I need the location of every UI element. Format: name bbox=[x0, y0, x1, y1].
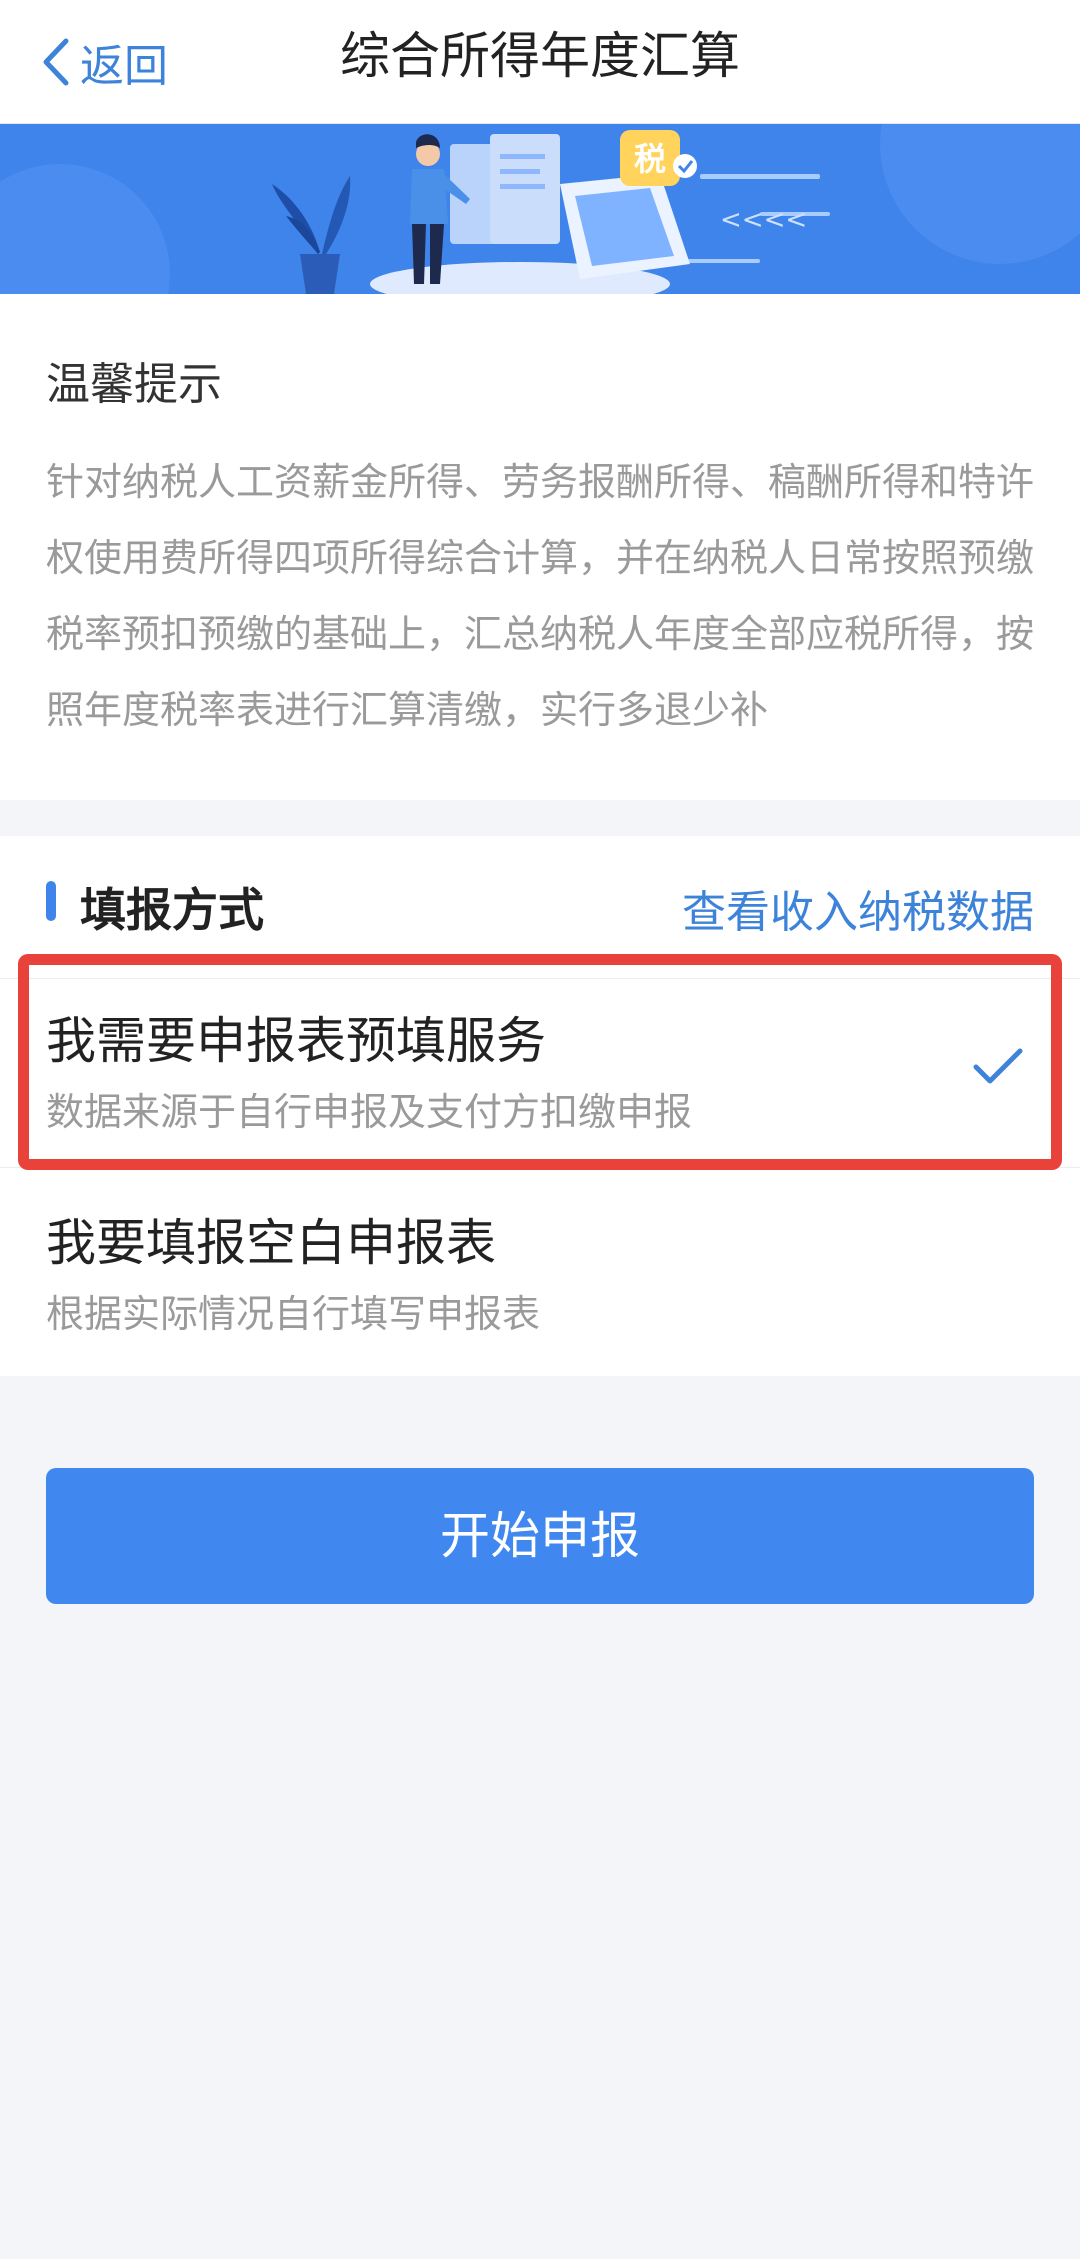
app-screen: 返回 综合所得年度汇算 税 <<<< 温馨提示 针对纳税人工资薪金所得、劳务报酬… bbox=[0, 0, 1080, 2259]
option-prefill-service[interactable]: 我需要申报表预填服务 数据来源于自行申报及支付方扣缴申报 bbox=[0, 978, 1080, 1168]
tax-badge-icon: 税 bbox=[620, 130, 697, 186]
plant-icon bbox=[272, 176, 351, 294]
start-filing-button[interactable]: 开始申报 bbox=[46, 1468, 1034, 1604]
section-header: 填报方式 查看收入纳税数据 bbox=[0, 836, 1080, 966]
tax-badge-text: 税 bbox=[634, 140, 666, 178]
page-title: 综合所得年度汇算 bbox=[340, 27, 740, 85]
nav-bar: 返回 综合所得年度汇算 bbox=[0, 0, 1080, 124]
section-title: 填报方式 bbox=[80, 883, 264, 937]
phone-icon bbox=[560, 174, 690, 279]
option-subtitle: 根据实际情况自行填写申报表 bbox=[46, 1292, 541, 1336]
banner-blob bbox=[0, 164, 170, 294]
filing-method-section: 填报方式 查看收入纳税数据 我需要申报表预填服务 数据来源于自行申报及支付方扣缴… bbox=[0, 836, 1080, 1376]
tips-section: 温馨提示 针对纳税人工资薪金所得、劳务报酬所得、稿酬所得和特许权使用费所得四项所… bbox=[0, 294, 1080, 800]
tips-body: 针对纳税人工资薪金所得、劳务报酬所得、稿酬所得和特许权使用费所得四项所得综合计算… bbox=[46, 460, 1035, 732]
banner-arrows: <<<< bbox=[720, 205, 807, 235]
option-subtitle: 数据来源于自行申报及支付方扣缴申报 bbox=[46, 1090, 693, 1134]
option-blank-form[interactable]: 我要填报空白申报表 根据实际情况自行填写申报表 bbox=[0, 1181, 1080, 1371]
banner-blob bbox=[880, 124, 1080, 264]
option-title: 我需要申报表预填服务 bbox=[46, 1012, 546, 1070]
tips-title: 温馨提示 bbox=[46, 359, 222, 410]
view-income-tax-data-link[interactable]: 查看收入纳税数据 bbox=[682, 876, 1034, 940]
banner-illustration: 税 <<<< bbox=[0, 124, 1080, 294]
section-accent-bar bbox=[46, 881, 56, 921]
banner-streak bbox=[700, 174, 820, 179]
document-icon bbox=[450, 134, 560, 244]
checkmark-icon bbox=[973, 1048, 1023, 1084]
option-title: 我要填报空白申报表 bbox=[46, 1214, 496, 1272]
